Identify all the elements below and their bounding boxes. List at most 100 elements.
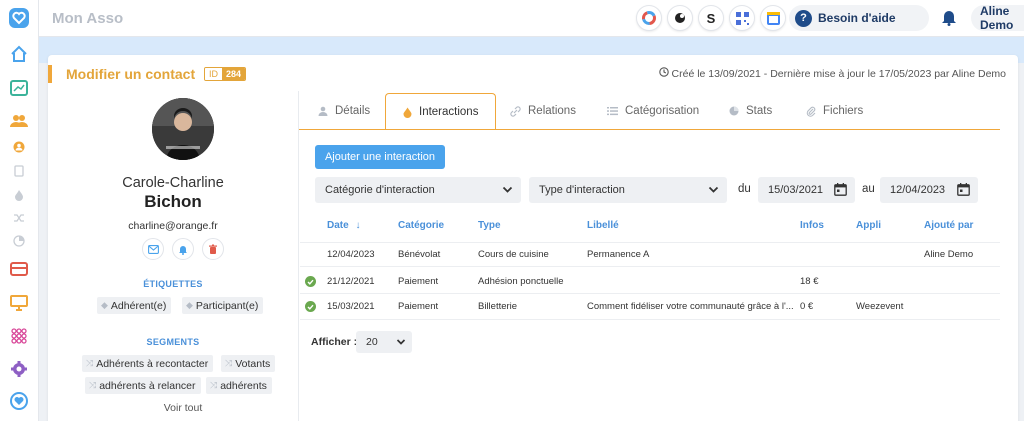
select-value: Type d'interaction — [539, 184, 625, 196]
qr-code-icon[interactable] — [729, 5, 755, 31]
segment-chip[interactable]: ⤨ Adhérents à recontacter — [82, 355, 214, 372]
payment-card-icon[interactable] — [8, 258, 30, 280]
tab-label: Interactions — [419, 106, 479, 118]
select-value: Catégorie d'interaction — [325, 184, 435, 196]
segment-label: adhérents — [220, 379, 267, 392]
tab-stats[interactable]: Stats — [729, 93, 772, 129]
column-header-infos[interactable]: Infos — [800, 220, 824, 231]
contact-first-name: Carole-Charline — [122, 175, 224, 191]
calendar-app-icon[interactable] — [760, 5, 786, 31]
avatar — [152, 98, 214, 160]
mailchimp-icon[interactable] — [667, 5, 693, 31]
delete-contact-button[interactable] — [202, 238, 224, 260]
notifications-bell-icon[interactable] — [941, 8, 957, 29]
cell-date: 21/12/2021 — [327, 276, 375, 287]
segment-chip[interactable]: ⤨ Votants — [221, 355, 276, 372]
app-title: Mon Asso — [52, 10, 124, 27]
date-value: 12/04/2023 — [890, 184, 946, 196]
list-icon — [607, 106, 618, 116]
segment-chip[interactable]: ⤨ adhérents à relancer — [85, 377, 201, 394]
tag-label: Participant(e) — [195, 299, 259, 312]
row-divider — [300, 266, 1000, 267]
help-label: Besoin d'aide — [818, 11, 896, 25]
apps-grid-icon[interactable] — [8, 325, 30, 347]
column-header-label[interactable]: Libellé — [587, 220, 619, 231]
column-header-category[interactable]: Catégorie — [398, 220, 444, 231]
notify-button[interactable] — [172, 238, 194, 260]
app-logo-icon[interactable] — [8, 7, 30, 29]
column-label: Date — [327, 220, 349, 231]
tag-chip[interactable]: ◆ Participant(e) — [182, 297, 264, 314]
cell-infos: 0 € — [800, 301, 814, 312]
cell-added-by: Aline Demo — [924, 249, 974, 260]
user-circle-icon[interactable] — [8, 136, 30, 158]
tab-relations[interactable]: Relations — [510, 93, 576, 129]
stripe-icon[interactable]: S — [698, 5, 724, 31]
contacts-icon[interactable] — [8, 110, 30, 132]
help-button[interactable]: ? Besoin d'aide — [789, 5, 929, 31]
date-value: 15/03/2021 — [768, 184, 824, 196]
see-all-link[interactable]: Voir tout — [48, 402, 318, 414]
add-interaction-button[interactable]: Ajouter une interaction — [315, 145, 445, 169]
cell-date: 15/03/2021 — [327, 301, 375, 312]
tab-fichiers[interactable]: Fichiers — [806, 93, 863, 129]
tab-interactions[interactable]: Interactions — [385, 93, 497, 130]
column-header-added-by[interactable]: Ajouté par — [924, 220, 973, 231]
help-question-icon: ? — [795, 9, 812, 27]
contact-email: charline@orange.fr — [128, 220, 218, 232]
tab-label: Catégorisation — [625, 105, 700, 117]
shuffle-icon[interactable] — [8, 207, 30, 229]
flame-icon — [403, 107, 412, 118]
topbar: Mon Asso S ? Besoin d'aide Aline Demo — [39, 0, 1024, 37]
assoconnect-heart-icon[interactable] — [8, 390, 30, 412]
stripe-letter: S — [706, 10, 716, 26]
audit-meta: Créé le 13/09/2021 - Dernière mise à jou… — [658, 67, 1006, 80]
dashboard-icon[interactable] — [8, 77, 30, 99]
interaction-type-select[interactable]: Type d'interaction — [529, 177, 727, 203]
column-header-type[interactable]: Type — [478, 220, 501, 231]
presentation-icon[interactable] — [8, 292, 30, 314]
user-name: Aline Demo — [980, 4, 1014, 32]
tab-details[interactable]: Détails — [318, 93, 370, 129]
cell-type: Cours de cuisine — [478, 249, 549, 260]
column-header-app[interactable]: Appli — [856, 220, 881, 231]
cell-date: 12/04/2023 — [327, 249, 375, 260]
home-icon[interactable] — [8, 43, 30, 65]
calendar-icon[interactable] — [834, 183, 847, 199]
settings-gear-icon[interactable] — [8, 358, 30, 380]
tab-label: Fichiers — [823, 105, 864, 117]
flame-icon[interactable] — [8, 184, 30, 206]
completed-check-icon — [305, 276, 316, 287]
per-page-select[interactable]: 20 — [356, 331, 412, 353]
date-to-input[interactable]: 12/04/2023 — [880, 177, 978, 203]
tags-title: ÉTIQUETTES — [143, 279, 203, 289]
id-value: 284 — [222, 68, 246, 80]
column-header-date[interactable]: Date ↓ — [327, 220, 360, 231]
tag-icon: ◆ — [101, 300, 108, 310]
tab-categorisation[interactable]: Catégorisation — [607, 93, 699, 129]
contact-id-badge: ID 284 — [204, 67, 247, 81]
document-icon[interactable] — [8, 160, 30, 182]
send-email-button[interactable] — [142, 238, 164, 260]
cell-category: Paiement — [398, 276, 439, 287]
cell-label: Comment fidéliser votre communauté grâce… — [587, 301, 794, 312]
tab-underline — [299, 129, 1000, 130]
date-from-input[interactable]: 15/03/2021 — [758, 177, 855, 203]
interaction-category-select[interactable]: Catégorie d'interaction — [315, 177, 521, 203]
pie-chart-icon[interactable] — [8, 230, 30, 252]
row-divider — [300, 319, 1000, 320]
segment-label: adhérents à relancer — [99, 379, 196, 392]
user-menu[interactable]: Aline Demo — [971, 4, 1024, 32]
color-wheel-icon[interactable] — [636, 5, 662, 31]
tag-chip[interactable]: ◆ Adhérent(e) — [97, 297, 172, 314]
calendar-icon[interactable] — [957, 183, 970, 199]
segment-chip[interactable]: ⤨ adhérents — [206, 377, 272, 394]
title-accent — [48, 65, 52, 83]
trash-icon — [209, 244, 217, 254]
sidebar — [0, 0, 39, 421]
tag-label: Adhérent(e) — [110, 299, 167, 312]
tab-label: Relations — [528, 105, 576, 117]
tag-icon: ◆ — [186, 300, 193, 310]
bell-icon — [179, 245, 187, 255]
shuffle-icon: ⤨ — [210, 380, 218, 390]
